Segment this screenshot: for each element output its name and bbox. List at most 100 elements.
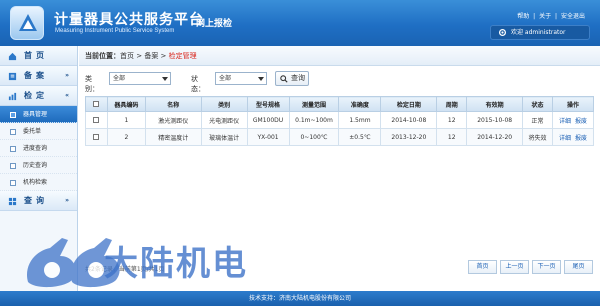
column-header: 名称 xyxy=(144,96,202,112)
cell-accuracy: 1.5mm xyxy=(338,111,382,129)
cell-model: GM100DU xyxy=(246,111,290,129)
cell-date: 2013-12-20 xyxy=(380,128,438,146)
first-page-button[interactable]: 首页 xyxy=(468,260,497,274)
cell-name: 精密温度计 xyxy=(144,128,202,146)
detail-link[interactable]: 详细 xyxy=(559,135,571,142)
column-header: 有效期 xyxy=(466,96,524,112)
sidebar-label: 委托单 xyxy=(23,128,42,135)
scrap-link[interactable]: 报废 xyxy=(575,118,587,125)
breadcrumb: 当前位置：首页 > 备案 > 检定管理 xyxy=(79,46,600,66)
column-header: 状态 xyxy=(522,96,553,112)
table-row: 2 精密温度计 玻璃体温计 YX-001 0~100℃ ±0.5℃ 2013-1… xyxy=(85,128,594,146)
cell-model: YX-001 xyxy=(246,128,290,146)
prev-page-button[interactable]: 上一页 xyxy=(500,260,529,274)
column-header: 型号规格 xyxy=(246,96,290,112)
grid-icon xyxy=(8,197,17,206)
row-checkbox[interactable] xyxy=(85,111,108,129)
cell-category: 光电测距仪 xyxy=(200,111,248,129)
cell-range: 0~100℃ xyxy=(288,128,340,146)
breadcrumb-separator: > xyxy=(134,52,145,60)
cell-date: 2014-10-08 xyxy=(380,111,438,129)
sidebar-label: 检定 xyxy=(24,91,48,100)
cell-no: 1 xyxy=(106,111,146,129)
cell-category: 玻璃体温计 xyxy=(200,128,248,146)
bullet-icon xyxy=(10,129,16,135)
cell-status: 将失效 xyxy=(522,128,553,146)
breadcrumb-record[interactable]: 备案 xyxy=(144,52,158,60)
app-subtitle: Measuring Instrument Public Service Syst… xyxy=(55,28,175,34)
sidebar-label: 历史查询 xyxy=(23,162,48,169)
cell-accuracy: ±0.5℃ xyxy=(338,128,382,146)
sidebar: 首页 备案 » 检定 « 器具管理 委托单 进度查询 历史查询 机构检索 查询 … xyxy=(0,46,78,291)
breadcrumb-current: 检定管理 xyxy=(168,52,197,60)
app-header: 计量器具公共服务平台 Measuring Instrument Public S… xyxy=(0,0,600,46)
cell-no: 2 xyxy=(106,128,146,146)
scrap-link[interactable]: 报废 xyxy=(575,135,587,142)
row-checkbox[interactable] xyxy=(85,128,108,146)
last-page-button[interactable]: 尾页 xyxy=(564,260,593,274)
cell-cycle: 12 xyxy=(436,128,468,146)
status-label: 状态： xyxy=(191,75,205,93)
sidebar-item-query[interactable]: 查询 » xyxy=(0,191,77,211)
query-button[interactable]: 查询 xyxy=(275,71,309,86)
cell-actions: 详细 报废 xyxy=(552,128,594,146)
chevron-down-icon xyxy=(258,77,264,81)
home-icon xyxy=(8,52,17,61)
breadcrumb-home[interactable]: 首页 xyxy=(120,52,134,60)
help-link[interactable]: 帮助 xyxy=(517,13,529,20)
cell-actions: 详细 报废 xyxy=(552,111,594,129)
cell-name: 激光测距仪 xyxy=(144,111,202,129)
logout-link[interactable]: 安全退出 xyxy=(561,13,585,20)
collapse-arrow-icon: « xyxy=(65,92,69,99)
chevron-down-icon xyxy=(162,77,168,81)
bullet-icon xyxy=(10,146,16,152)
breadcrumb-prefix: 当前位置： xyxy=(85,52,120,60)
cell-cycle: 12 xyxy=(436,111,468,129)
sidebar-label: 首页 xyxy=(24,51,48,60)
sidebar-item-progress[interactable]: 进度查询 xyxy=(0,140,77,157)
page-footer: 技术支持：济南大陆机电股份有限公司 xyxy=(0,291,600,306)
next-page-button[interactable]: 下一页 xyxy=(532,260,561,274)
search-icon xyxy=(280,75,288,83)
cell-range: 0.1m~100m xyxy=(288,111,340,129)
status-select[interactable]: 全部 xyxy=(215,72,267,85)
document-icon xyxy=(8,72,17,81)
sidebar-label: 备案 xyxy=(24,71,48,80)
sidebar-item-inspect[interactable]: 检定 « xyxy=(0,86,77,106)
select-all-checkbox[interactable] xyxy=(85,96,108,112)
column-header: 周期 xyxy=(436,96,468,112)
bullet-icon xyxy=(10,180,16,186)
category-select-value: 全部 xyxy=(113,75,126,82)
category-select[interactable]: 全部 xyxy=(109,72,171,85)
sidebar-label: 器具管理 xyxy=(23,111,48,118)
column-header: 操作 xyxy=(552,96,594,112)
app-title: 计量器具公共服务平台 xyxy=(54,12,204,28)
detail-link[interactable]: 详细 xyxy=(559,118,571,125)
sidebar-label: 查询 xyxy=(24,196,48,205)
expand-arrow-icon: » xyxy=(65,72,69,79)
column-header: 测量范围 xyxy=(288,96,340,112)
sidebar-item-instrument-management[interactable]: 器具管理 xyxy=(0,106,77,123)
column-header: 类别 xyxy=(200,96,248,112)
status-select-value: 全部 xyxy=(219,75,232,82)
watermark-text: 大陆机电 xyxy=(104,244,248,284)
user-info: 欢迎 administrator xyxy=(490,25,590,40)
sidebar-item-record[interactable]: 备案 » xyxy=(0,66,77,86)
link-separator: | xyxy=(555,13,558,20)
cell-status: 正常 xyxy=(522,111,553,129)
sidebar-item-home[interactable]: 首页 xyxy=(0,46,77,66)
app-logo-icon xyxy=(10,6,44,40)
instrument-table: 器具编码 名称 类别 型号规格 测量范围 准确度 检定日期 周期 有效期 状态 … xyxy=(85,96,594,146)
cell-expiry: 2015-10-08 xyxy=(466,111,524,129)
gear-icon xyxy=(498,28,507,37)
chart-icon xyxy=(8,92,17,101)
sidebar-label: 进度查询 xyxy=(23,145,48,152)
sidebar-item-institution[interactable]: 机构检索 xyxy=(0,174,77,191)
column-header: 检定日期 xyxy=(380,96,438,112)
sidebar-item-history[interactable]: 历史查询 xyxy=(0,157,77,174)
sidebar-item-commission[interactable]: 委托单 xyxy=(0,123,77,140)
cell-expiry: 2014-12-20 xyxy=(466,128,524,146)
about-link[interactable]: 关于 xyxy=(539,13,551,20)
column-header: 器具编码 xyxy=(106,96,146,112)
bullet-icon xyxy=(10,112,16,118)
